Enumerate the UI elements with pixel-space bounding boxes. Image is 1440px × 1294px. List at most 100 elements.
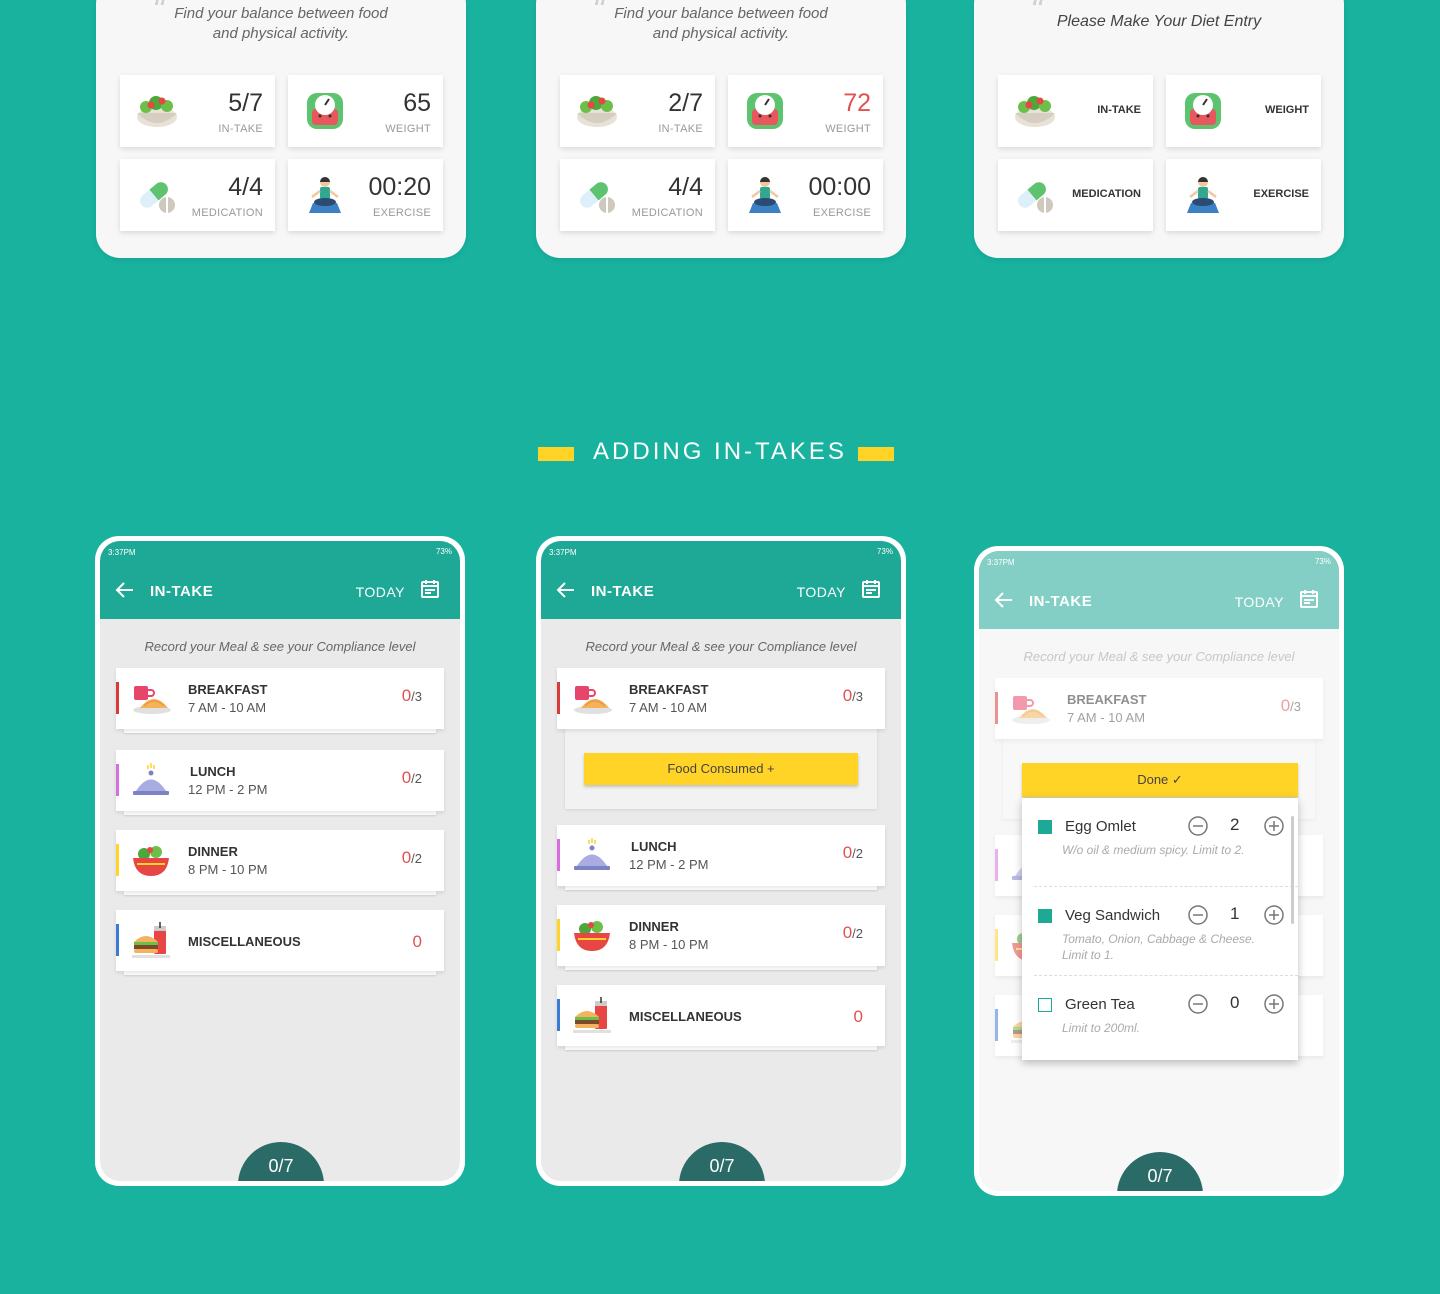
meal-stripe [116, 924, 119, 956]
pill-icon [574, 175, 620, 215]
breakfast-icon [130, 680, 172, 718]
back-arrow-icon[interactable] [555, 579, 577, 601]
meal-count: 0/2 [402, 768, 422, 788]
food-desc: Limit to 200ml. [1062, 1021, 1141, 1035]
meal-count-total: /3 [411, 689, 422, 704]
food-checkbox[interactable] [1038, 998, 1052, 1012]
bowl-icon [130, 842, 172, 880]
status-battery: 73% [876, 547, 893, 556]
plus-circle-icon[interactable] [1264, 905, 1284, 925]
status-bar: 3:37PM 73% [541, 541, 901, 561]
minus-circle-icon[interactable] [1188, 816, 1208, 836]
meal-name: MISCELLANEOUS [188, 934, 301, 949]
food-item-egg-omlet: Egg Omlet W/o oil & medium spicy. Limit … [1022, 798, 1298, 887]
cloche-icon [571, 837, 613, 875]
meal-card-lunch[interactable]: LUNCH 12 PM - 2 PM 0/2 [116, 750, 444, 811]
tile-intake[interactable]: IN-TAKE [998, 75, 1153, 147]
food-qty: 2 [1230, 815, 1240, 834]
meal-name: DINNER [188, 844, 238, 859]
food-desc: Tomato, Onion, Cabbage & Cheese. Limit t… [1062, 932, 1256, 962]
popup-scrollbar[interactable] [1291, 816, 1294, 924]
meal-count-total: /3 [852, 689, 863, 704]
meal-card-breakfast[interactable]: BREAKFAST 7 AM - 10 AM 0/3 [116, 668, 444, 729]
meal-card-dinner[interactable]: DINNER 8 PM - 10 PM 0/2 [557, 905, 885, 966]
meal-card-miscellaneous[interactable]: MISCELLANEOUS 0 [116, 910, 444, 971]
cloche-icon [130, 762, 172, 800]
back-arrow-icon[interactable] [114, 579, 136, 601]
food-name: Egg Omlet [1065, 818, 1136, 835]
tile-weight[interactable]: 65 WEIGHT [288, 75, 443, 147]
minus-circle-icon[interactable] [1188, 905, 1208, 925]
salad-icon [134, 91, 180, 131]
tile-label: IN-TAKE [218, 123, 263, 135]
meal-count: 0/2 [843, 843, 863, 863]
meal-stripe [557, 839, 560, 871]
food-checkbox[interactable] [1038, 820, 1052, 834]
tile-medication[interactable]: 4/4 MEDICATION [560, 159, 715, 231]
meal-time: 12 PM - 2 PM [629, 857, 709, 872]
tile-weight[interactable]: 72 WEIGHT [728, 75, 883, 147]
meal-card-dinner[interactable]: DINNER 8 PM - 10 PM 0/2 [116, 830, 444, 891]
done-button[interactable]: Done ✓ [1022, 763, 1298, 797]
calendar-icon[interactable] [861, 579, 881, 599]
meal-card-miscellaneous[interactable]: MISCELLANEOUS 0 [557, 985, 885, 1046]
food-checkbox[interactable] [1038, 909, 1052, 923]
food-name: Green Tea [1065, 996, 1135, 1013]
food-item-green-tea: Green Tea Limit to 200ml. 0 [1022, 976, 1298, 1065]
status-time: 3:37PM [108, 548, 136, 557]
meal-stripe [116, 844, 119, 876]
tile-medication[interactable]: 4/4 MEDICATION [120, 159, 275, 231]
meal-count-done: 0 [401, 848, 412, 867]
food-consumed-button[interactable]: Food Consumed + [584, 753, 858, 785]
quote-line-2: and physical activity. [212, 25, 350, 42]
tile-intake[interactable]: 2/7 IN-TAKE [560, 75, 715, 147]
tile-exercise[interactable]: 00:20 EXERCISE [288, 159, 443, 231]
total-compliance-badge[interactable]: 0/7 [238, 1142, 324, 1181]
plus-circle-icon[interactable] [1264, 816, 1284, 836]
quote-line-2: and physical activity. [652, 25, 790, 42]
scale-icon [1180, 91, 1226, 131]
yoga-icon [302, 175, 348, 215]
app-bar: IN-TAKE TODAY [541, 561, 901, 619]
card-stack-edge [124, 891, 436, 895]
tile-value: 00:20 [368, 173, 431, 201]
meal-stripe [557, 919, 560, 951]
meal-card-breakfast[interactable]: BREAKFAST 7 AM - 10 AM 0/3 [557, 668, 885, 729]
today-button[interactable]: TODAY [356, 584, 405, 600]
meal-name: BREAKFAST [188, 682, 268, 697]
minus-circle-icon[interactable] [1188, 994, 1208, 1014]
food-qty: 0 [1230, 993, 1240, 1012]
tile-value: 65 [403, 89, 431, 117]
food-selection-popup: Egg Omlet W/o oil & medium spicy. Limit … [1022, 798, 1298, 1060]
tile-exercise[interactable]: EXERCISE [1166, 159, 1321, 231]
meal-time: 12 PM - 2 PM [188, 782, 268, 797]
tile-label: WEIGHT [385, 123, 431, 135]
meal-name: LUNCH [631, 839, 677, 854]
bowl-icon [571, 917, 613, 955]
total-compliance-badge[interactable]: 0/7 [679, 1142, 765, 1181]
meal-name: LUNCH [190, 764, 236, 779]
card-stack-edge [565, 966, 877, 970]
tile-exercise[interactable]: 00:00 EXERCISE [728, 159, 883, 231]
food-desc: W/o oil & medium spicy. Limit to 2. [1062, 843, 1245, 857]
quote-line-1: Please Make Your Diet Entry [1056, 13, 1262, 30]
meal-time: 7 AM - 10 AM [188, 700, 267, 715]
meal-count-done: 0 [842, 923, 853, 942]
tile-intake[interactable]: 5/7 IN-TAKE [120, 75, 275, 147]
tile-label: WEIGHT [825, 123, 871, 135]
salad-icon [1012, 91, 1058, 131]
card-stack-edge [565, 1046, 877, 1050]
title-accent-right [858, 447, 894, 461]
pill-icon [134, 175, 180, 215]
meal-count: 0 [412, 932, 422, 951]
today-button[interactable]: TODAY [797, 584, 846, 600]
calendar-icon[interactable] [420, 579, 440, 599]
meal-count: 0 [853, 1007, 863, 1026]
tile-value: 4/4 [668, 173, 703, 201]
meal-card-lunch[interactable]: LUNCH 12 PM - 2 PM 0/2 [557, 825, 885, 886]
phone-food-popup: 3:37PM 73% IN-TAKE TODAY Record your Mea… [974, 546, 1344, 1196]
tile-medication[interactable]: MEDICATION [998, 159, 1153, 231]
yoga-icon [742, 175, 788, 215]
tile-weight[interactable]: WEIGHT [1166, 75, 1321, 147]
plus-circle-icon[interactable] [1264, 994, 1284, 1014]
